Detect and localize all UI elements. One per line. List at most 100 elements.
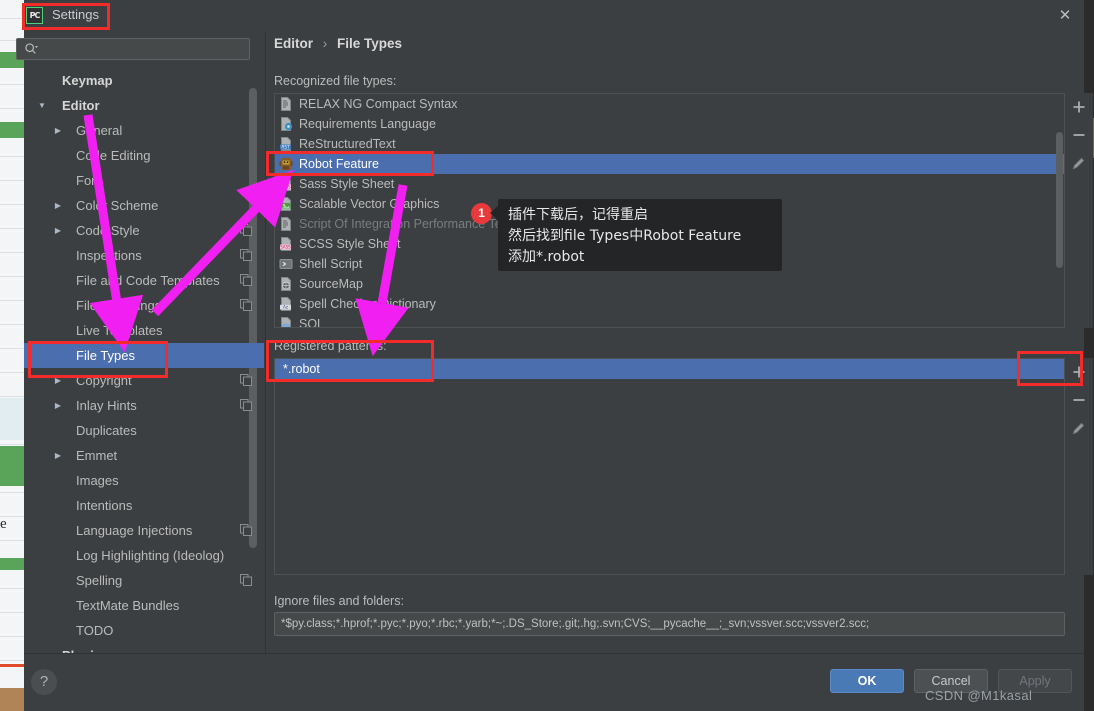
breadcrumb-parent[interactable]: Editor xyxy=(274,36,313,51)
sidebar-item-label: Language Injections xyxy=(76,523,193,538)
file-type-row[interactable]: SourceMap xyxy=(275,274,1064,294)
sidebar-item-spelling[interactable]: Spelling xyxy=(24,568,264,593)
chevron-right-icon[interactable]: ▶ xyxy=(52,393,64,418)
chevron-right-icon[interactable]: ▶ xyxy=(52,118,64,143)
sidebar-item-label: Inspections xyxy=(76,248,142,263)
sidebar-item-editor[interactable]: ▼ Editor xyxy=(24,93,264,118)
background-line xyxy=(0,492,24,493)
background-line xyxy=(0,180,24,181)
sidebar-item-inlay-hints[interactable]: ▶ Inlay Hints xyxy=(24,393,264,418)
copy-icon[interactable] xyxy=(240,274,252,286)
chevron-right-icon[interactable]: ▶ xyxy=(52,368,64,393)
copy-icon[interactable] xyxy=(240,574,252,586)
sidebar-item-emmet[interactable]: ▶ Emmet xyxy=(24,443,264,468)
background-glyph: e xyxy=(0,516,7,532)
remove-file-type-button[interactable] xyxy=(1065,121,1093,149)
tooltip-line-3: 添加*.robot xyxy=(508,249,585,265)
sql-icon xyxy=(281,317,291,327)
minus-icon xyxy=(1073,134,1085,136)
ignore-files-label: Ignore files and folders: xyxy=(274,594,404,608)
sidebar-item-font[interactable]: Font xyxy=(24,168,264,193)
sidebar-item-live-templates[interactable]: Live Templates xyxy=(24,318,264,343)
chevron-right-icon[interactable]: ▶ xyxy=(52,193,64,218)
file-type-label: SCSS Style Sheet xyxy=(299,237,401,251)
edit-file-type-button[interactable] xyxy=(1065,149,1093,177)
sidebar-item-color-scheme[interactable]: ▶ Color Scheme xyxy=(24,193,264,218)
ok-button[interactable]: OK xyxy=(830,669,904,693)
copy-icon[interactable] xyxy=(240,374,252,386)
sidebar-item-label: Code Style xyxy=(76,223,140,238)
background-line xyxy=(0,300,24,301)
copy-icon[interactable] xyxy=(240,299,252,311)
sidebar-item-duplicates[interactable]: Duplicates xyxy=(24,418,264,443)
settings-tree: Keymap ▼ Editor ▶ General Code Editing Font ▶ Co… xyxy=(24,68,264,653)
sass-icon: SASS xyxy=(280,177,291,191)
copy-icon[interactable] xyxy=(240,249,252,261)
pattern-row[interactable]: *.robot xyxy=(275,359,1064,379)
sidebar-item-code-style[interactable]: ▶ Code Style xyxy=(24,218,264,243)
pencil-icon xyxy=(1072,157,1085,170)
file-type-row[interactable]: Robot Feature xyxy=(275,154,1064,174)
chevron-down-icon[interactable]: ▼ xyxy=(36,93,48,118)
background-line xyxy=(0,636,24,637)
file-type-label: Scalable Vector Graphics xyxy=(299,197,440,211)
file-types-scrollbar-thumb[interactable] xyxy=(1056,132,1063,268)
sidebar-item-log-highlighting-ideolog[interactable]: Log Highlighting (Ideolog) xyxy=(24,543,264,568)
sidebar-item-general[interactable]: ▶ General xyxy=(24,118,264,143)
sidebar-item-file-and-code-templates[interactable]: File and Code Templates xyxy=(24,268,264,293)
sidebar-item-todo[interactable]: TODO xyxy=(24,618,264,643)
copy-icon[interactable] xyxy=(240,399,252,411)
file-type-row[interactable]: RELAX NG Compact Syntax xyxy=(275,94,1064,114)
background-line xyxy=(0,612,24,613)
tooltip-line-1: 插件下载后，记得重启 xyxy=(508,207,648,223)
ignore-files-input[interactable]: *$py.class;*.hprof;*.pyc;*.pyo;*.rbc;*.y… xyxy=(274,612,1065,636)
sidebar-item-label: Intentions xyxy=(76,498,133,513)
sidebar-item-images[interactable]: Images xyxy=(24,468,264,493)
svg-text:Az: Az xyxy=(283,305,289,310)
sidebar-item-inspections[interactable]: Inspections xyxy=(24,243,264,268)
chevron-right-icon[interactable]: ▶ xyxy=(52,218,64,243)
close-icon[interactable]: ✕ xyxy=(1054,5,1076,27)
edit-pattern-button[interactable] xyxy=(1065,414,1093,442)
dialog-title: Settings xyxy=(52,7,99,22)
file-type-row[interactable]: SQL xyxy=(275,314,1064,327)
sidebar-item-file-types[interactable]: File Types xyxy=(24,343,264,368)
add-pattern-button[interactable] xyxy=(1065,358,1093,386)
tooltip-line-2: 然后找到file Types中Robot Feature xyxy=(508,228,742,244)
help-button[interactable]: ? xyxy=(31,669,57,695)
file-type-row[interactable]: RST ReStructuredText xyxy=(275,134,1064,154)
svg-text:SASS: SASS xyxy=(280,185,291,190)
chevron-right-icon[interactable]: ▶ xyxy=(52,443,64,468)
file-type-row[interactable]: Requirements Language xyxy=(275,114,1064,134)
panel-divider xyxy=(265,31,266,653)
sidebar-item-plugins[interactable]: Plugins xyxy=(24,643,264,653)
sidebar-item-label: Copyright xyxy=(76,373,132,388)
sidebar-item-intentions[interactable]: Intentions xyxy=(24,493,264,518)
callout-badge: 1 xyxy=(471,203,492,224)
copy-icon[interactable] xyxy=(240,224,252,236)
pycharm-icon: PC xyxy=(26,7,43,24)
background-line xyxy=(0,324,24,325)
sidebar-item-file-encodings[interactable]: File Encodings xyxy=(24,293,264,318)
sidebar-item-keymap[interactable]: Keymap xyxy=(24,68,264,93)
sidebar-item-code-editing[interactable]: Code Editing xyxy=(24,143,264,168)
settings-search[interactable] xyxy=(16,38,250,60)
requirements-icon xyxy=(281,117,293,131)
remove-pattern-button[interactable] xyxy=(1065,386,1093,414)
sidebar-item-language-injections[interactable]: Language Injections xyxy=(24,518,264,543)
search-input[interactable] xyxy=(16,38,250,60)
rst-icon: RST xyxy=(280,137,291,151)
copy-icon[interactable] xyxy=(240,524,252,536)
sidebar-item-label: Keymap xyxy=(62,73,113,88)
file-type-row[interactable]: SASS Sass Style Sheet xyxy=(275,174,1064,194)
sidebar-item-label: Editor xyxy=(62,98,100,113)
add-file-type-button[interactable] xyxy=(1065,93,1093,121)
svg-text:RST: RST xyxy=(281,145,290,150)
sidebar-item-textmate-bundles[interactable]: TextMate Bundles xyxy=(24,593,264,618)
sidebar-item-label: Color Scheme xyxy=(76,198,159,213)
background-line xyxy=(0,348,24,349)
registered-patterns-list[interactable]: *.robot xyxy=(274,358,1065,575)
file-type-row[interactable]: Az Spell Checker Dictionary xyxy=(275,294,1064,314)
sidebar-item-copyright[interactable]: ▶ Copyright xyxy=(24,368,264,393)
background-line xyxy=(0,156,24,157)
